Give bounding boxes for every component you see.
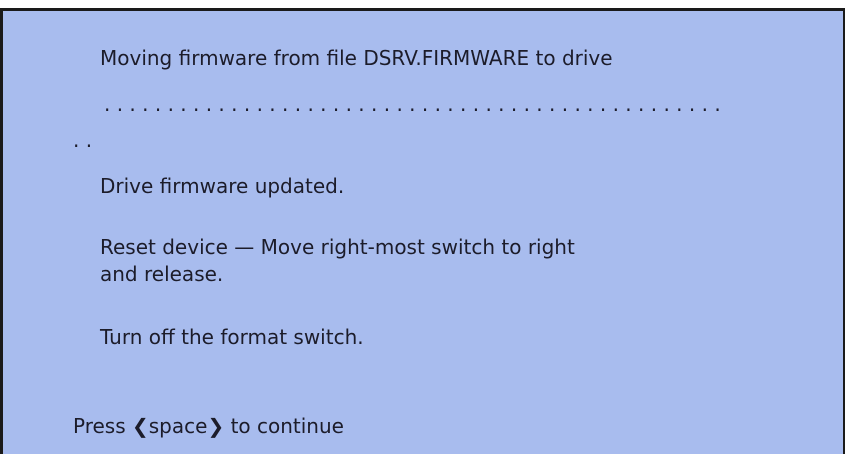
space-key-label: space <box>148 414 208 438</box>
chevron-left-icon: ❮ <box>132 414 149 438</box>
progress-dots-wrap: . . <box>73 128 93 152</box>
chevron-right-icon: ❯ <box>207 414 225 438</box>
reset-instruction-line-1: Reset device — Move right-most switch to… <box>100 235 575 259</box>
console-screen: Moving firmware from file DSRV.FIRMWARE … <box>0 8 845 454</box>
status-message: Drive firmware updated. <box>100 174 345 198</box>
progress-dots: . . . . . . . . . . . . . . . . . . . . … <box>104 92 721 116</box>
format-switch-instruction: Turn off the format switch. <box>100 325 364 349</box>
continue-prompt: Press ❮space❯ to continue <box>73 413 344 440</box>
reset-instruction-line-2: and release. <box>100 262 224 286</box>
space-key-hint[interactable]: ❮space❯ <box>132 413 224 440</box>
prompt-suffix: to continue <box>230 414 344 438</box>
firmware-move-message: Moving firmware from file DSRV.FIRMWARE … <box>100 46 613 70</box>
prompt-prefix: Press <box>73 414 126 438</box>
